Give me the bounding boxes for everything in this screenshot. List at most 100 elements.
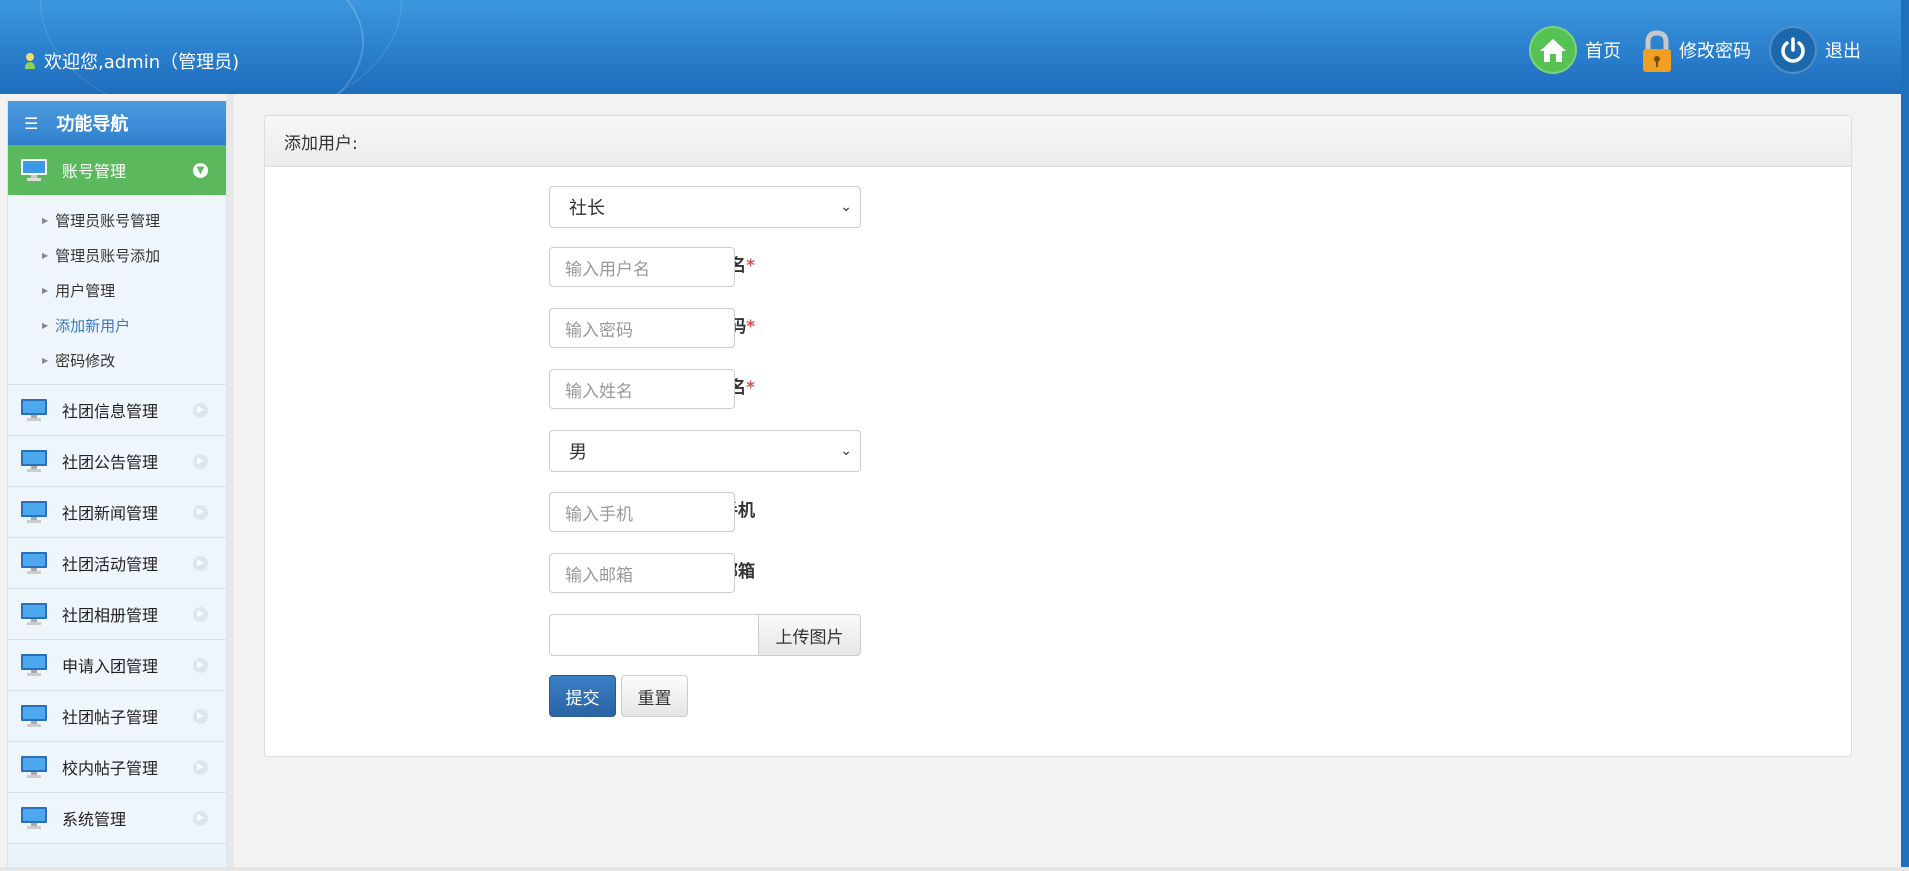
sidebar-group-club-activities[interactable]: 社团活动管理 ▶	[8, 538, 226, 589]
sidebar-group-system[interactable]: 系统管理 ▶	[8, 793, 226, 844]
monitor-icon	[21, 705, 47, 727]
bottom-border	[0, 867, 1909, 871]
name-input[interactable]: 输入姓名	[549, 369, 735, 409]
right-edge-bar	[1901, 0, 1909, 871]
sidebar-item-change-password[interactable]: ▶ 密码修改	[8, 343, 226, 378]
gender-select[interactable]: 男 ⌄	[549, 430, 861, 472]
gender-selected-value: 男	[569, 442, 587, 463]
chevron-down-icon: ⌄	[840, 443, 852, 459]
sidebar-item-add-admin[interactable]: ▶ 管理员账号添加	[8, 238, 226, 273]
reset-button[interactable]: 重置	[621, 675, 688, 717]
chevron-right-icon: ▶	[193, 810, 208, 826]
sidebar-group-label: 社团信息管理	[62, 402, 159, 421]
home-icon	[1529, 26, 1577, 74]
sidebar-item-label: 添加新用户	[55, 317, 131, 335]
sidebar-item-label: 管理员账号添加	[55, 247, 161, 265]
submit-button[interactable]: 提交	[549, 675, 616, 717]
sidebar-group-join-requests[interactable]: 申请入团管理 ▶	[8, 640, 226, 691]
sidebar-title: ☰ 功能导航	[8, 101, 226, 145]
password-placeholder: 输入密码	[565, 320, 633, 341]
sidebar-item-label: 用户管理	[55, 282, 116, 300]
chevron-right-icon: ▶	[193, 708, 208, 724]
chevron-right-icon: ▶	[193, 759, 208, 775]
sidebar-group-label: 社团活动管理	[62, 555, 159, 574]
chevron-right-icon: ▶	[193, 657, 208, 673]
add-user-panel: 添加用户: 权限 社长 ⌄ 用户名* 输入用户名 密码* 输入密码 姓名* 输入…	[264, 115, 1852, 757]
power-icon	[1769, 26, 1817, 74]
welcome-text: 欢迎您,admin（管理员)	[24, 48, 239, 74]
form-row-role: 权限 社长 ⌄	[265, 186, 1851, 228]
sidebar-item-add-user[interactable]: ▶ 添加新用户	[8, 308, 226, 343]
username-placeholder: 输入用户名	[565, 259, 650, 280]
top-header: 欢迎您,admin（管理员) 首页 修改密码 退出	[0, 0, 1909, 94]
upload-image-button[interactable]: 上传图片	[759, 614, 861, 656]
monitor-icon	[21, 807, 47, 829]
change-password-link[interactable]: 修改密码	[1639, 26, 1751, 74]
sidebar-group-label: 社团公告管理	[62, 453, 159, 472]
user-icon	[25, 53, 35, 69]
sidebar-group-club-notice[interactable]: 社团公告管理 ▶	[8, 436, 226, 487]
chevron-right-icon: ▶	[193, 606, 208, 622]
monitor-icon	[21, 399, 47, 421]
sidebar-group-label: 社团新闻管理	[62, 504, 159, 523]
top-nav: 首页 修改密码 退出	[1511, 26, 1861, 74]
header-decoration	[40, 0, 402, 94]
form-row-name: 姓名* 输入姓名	[265, 369, 1851, 411]
name-placeholder: 输入姓名	[565, 381, 633, 402]
panel-title-label: 添加用户:	[284, 133, 358, 154]
sidebar-group-club-news[interactable]: 社团新闻管理 ▶	[8, 487, 226, 538]
required-mark: *	[746, 256, 755, 276]
sidebar-group-label: 社团帖子管理	[62, 708, 159, 727]
form-row-avatar: 头像 上传图片	[265, 614, 1851, 656]
monitor-icon	[21, 552, 47, 574]
sidebar-group-club-posts[interactable]: 社团帖子管理 ▶	[8, 691, 226, 742]
home-link[interactable]: 首页	[1529, 26, 1621, 74]
monitor-icon	[21, 603, 47, 625]
role-select[interactable]: 社长 ⌄	[549, 186, 861, 228]
role-selected-value: 社长	[569, 198, 605, 219]
panel-title: 添加用户:	[265, 116, 1851, 167]
sidebar-group-campus-posts[interactable]: 校内帖子管理 ▶	[8, 742, 226, 793]
sidebar-group-label: 校内帖子管理	[62, 759, 159, 778]
monitor-icon	[21, 501, 47, 523]
required-mark: *	[746, 317, 755, 337]
phone-placeholder: 输入手机	[565, 504, 633, 525]
phone-input[interactable]: 输入手机	[549, 492, 735, 532]
home-label: 首页	[1585, 41, 1621, 62]
sidebar-item-users[interactable]: ▶ 用户管理	[8, 273, 226, 308]
caret-right-icon: ▶	[42, 251, 49, 260]
sidebar-divider	[226, 94, 234, 871]
chevron-right-icon: ▶	[193, 504, 208, 520]
caret-right-icon: ▶	[42, 356, 49, 365]
form-row-phone: 手机 输入手机	[265, 492, 1851, 534]
monitor-icon	[21, 654, 47, 676]
password-input[interactable]: 输入密码	[549, 308, 735, 348]
sidebar-group-label: 账号管理	[62, 162, 127, 181]
chevron-right-icon: ▶	[193, 555, 208, 571]
sidebar-group-label: 社团相册管理	[62, 606, 159, 625]
chevron-right-icon: ▶	[193, 402, 208, 418]
sidebar-item-admin-accounts[interactable]: ▶ 管理员账号管理	[8, 203, 226, 238]
email-placeholder: 输入邮箱	[565, 565, 633, 586]
form-actions: 提交 重置	[265, 675, 1851, 717]
avatar-path-input[interactable]	[549, 614, 759, 656]
chevron-right-icon: ▶	[193, 453, 208, 469]
monitor-icon	[21, 756, 47, 778]
sidebar-title-label: 功能导航	[56, 114, 129, 135]
caret-right-icon: ▶	[42, 321, 49, 330]
change-password-label: 修改密码	[1679, 41, 1751, 62]
sidebar-group-account[interactable]: 账号管理 ▼	[8, 145, 226, 195]
sidebar-group-label: 系统管理	[62, 810, 127, 829]
logout-label: 退出	[1825, 41, 1861, 62]
sidebar-group-club-info[interactable]: 社团信息管理 ▶	[8, 385, 226, 436]
chevron-down-icon: ⌄	[840, 199, 852, 215]
welcome-label: 欢迎您,admin（管理员)	[44, 52, 240, 73]
caret-right-icon: ▶	[42, 216, 49, 225]
email-input[interactable]: 输入邮箱	[549, 553, 735, 593]
username-input[interactable]: 输入用户名	[549, 247, 735, 287]
required-mark: *	[746, 378, 755, 398]
sidebar-group-club-album[interactable]: 社团相册管理 ▶	[8, 589, 226, 640]
chevron-down-icon: ▼	[193, 162, 208, 178]
sidebar: ☰ 功能导航 账号管理 ▼ ▶ 管理员账号管理 ▶ 管理员账号添加 ▶ 用户管理 ▶ 添…	[7, 101, 227, 871]
logout-link[interactable]: 退出	[1769, 26, 1861, 74]
